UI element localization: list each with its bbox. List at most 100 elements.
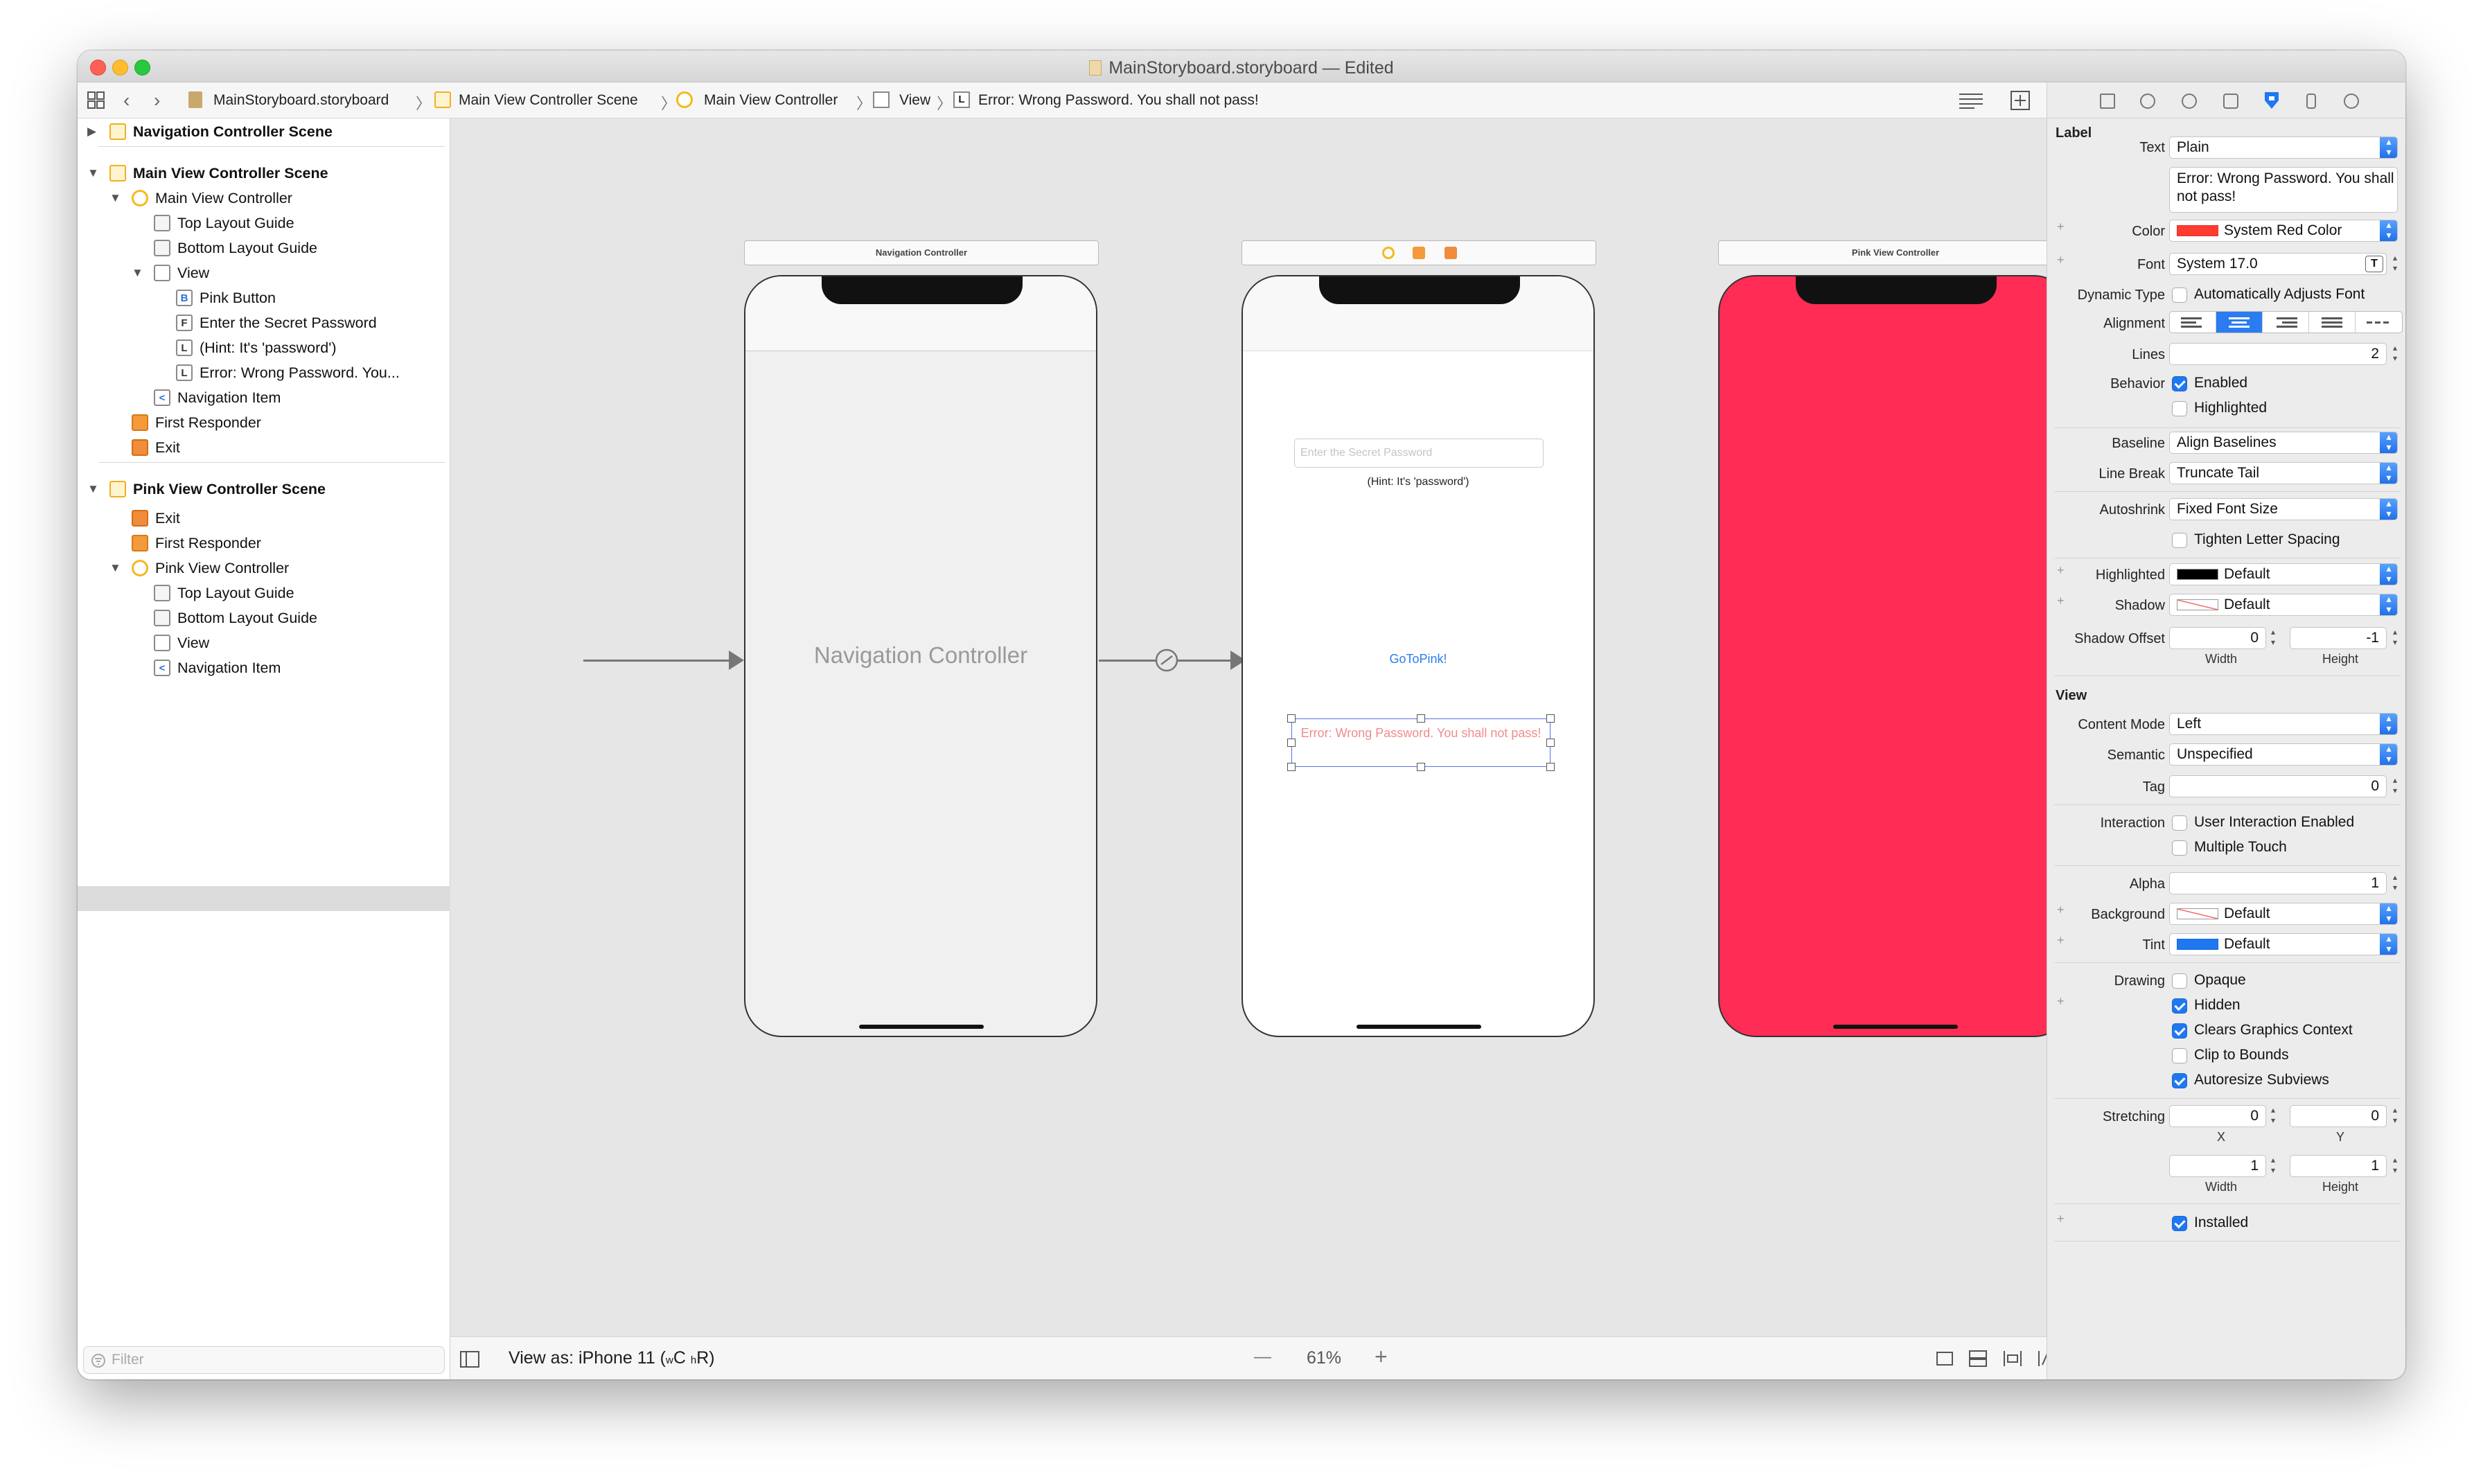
- exit-icon[interactable]: [1444, 247, 1457, 259]
- installed-checkbox[interactable]: [2172, 1216, 2187, 1231]
- stretch-y-stepper[interactable]: ▴ ▾: [2389, 1105, 2401, 1127]
- shadow-height-field[interactable]: -1: [2290, 627, 2387, 649]
- baseline-popup[interactable]: Align Baselines ▴ ▾: [2169, 432, 2398, 454]
- text-type-popup[interactable]: Plain ▴ ▾: [2169, 136, 2398, 159]
- attributes-inspector-icon[interactable]: [2262, 91, 2281, 112]
- disclosure-down-icon[interactable]: ▼: [87, 477, 99, 501]
- alpha-field[interactable]: 1: [2169, 872, 2387, 894]
- alpha-stepper[interactable]: ▴ ▾: [2389, 872, 2401, 894]
- align-justify-icon[interactable]: [2309, 312, 2356, 333]
- tag-field[interactable]: 0: [2169, 775, 2387, 797]
- scene-title-bar[interactable]: Pink View Controller: [1718, 240, 2073, 265]
- highlighted-color-popup[interactable]: Default ▴ ▾: [2169, 563, 2398, 585]
- color-popup[interactable]: System Red Color ▴ ▾: [2169, 220, 2398, 242]
- auto-adjust-font-checkbox[interactable]: [2172, 288, 2187, 303]
- align-natural-icon[interactable]: [2356, 312, 2402, 333]
- stretch-width-stepper[interactable]: ▴ ▾: [2268, 1155, 2279, 1177]
- tint-popup[interactable]: Default ▴ ▾: [2169, 933, 2398, 955]
- enabled-checkbox[interactable]: [2172, 376, 2187, 391]
- tag-stepper[interactable]: ▴ ▾: [2389, 775, 2401, 797]
- scene-title-bar[interactable]: Navigation Controller: [744, 240, 1099, 265]
- label-text-field[interactable]: Error: Wrong Password. You shall not pas…: [2169, 167, 2398, 213]
- breadcrumb-label[interactable]: Error: Wrong Password. You shall not pas…: [978, 92, 1259, 109]
- add-variation-icon[interactable]: +: [2057, 1212, 2065, 1226]
- content-mode-popup[interactable]: Left ▴ ▾: [2169, 713, 2398, 735]
- quick-help-icon[interactable]: [2182, 94, 2197, 109]
- breadcrumb-view[interactable]: View: [899, 92, 930, 109]
- disclosure-down-icon[interactable]: ▼: [132, 261, 143, 285]
- hidden-checkbox[interactable]: [2172, 998, 2187, 1014]
- hide-outline-icon[interactable]: [460, 1351, 479, 1368]
- disclosure-down-icon[interactable]: ▼: [109, 186, 121, 210]
- line-break-popup[interactable]: Truncate Tail ▴ ▾: [2169, 462, 2398, 484]
- resize-handle[interactable]: [1546, 739, 1555, 747]
- align-constraints-icon[interactable]: [2002, 1350, 2023, 1368]
- clears-graphics-checkbox[interactable]: [2172, 1023, 2187, 1039]
- shadow-height-stepper[interactable]: ▴ ▾: [2389, 627, 2401, 649]
- shadow-width-stepper[interactable]: ▴ ▾: [2268, 627, 2279, 649]
- update-frames-icon[interactable]: [1934, 1350, 1955, 1368]
- filter-field[interactable]: Filter: [83, 1346, 445, 1374]
- disclosure-down-icon[interactable]: ▼: [109, 556, 121, 580]
- shadow-popup[interactable]: Default ▴ ▾: [2169, 594, 2398, 616]
- back-chevron-icon[interactable]: ‹: [123, 89, 130, 112]
- resize-handle[interactable]: [1287, 714, 1296, 723]
- embed-in-stack-icon[interactable]: [1968, 1350, 1988, 1368]
- segue-icon[interactable]: [1154, 648, 1179, 673]
- semantic-popup[interactable]: Unspecified ▴ ▾: [2169, 743, 2398, 766]
- multiple-touch-checkbox[interactable]: [2172, 840, 2187, 856]
- size-inspector-icon[interactable]: [2306, 94, 2316, 109]
- stretch-height-field[interactable]: 1: [2290, 1155, 2387, 1177]
- view-controller-icon[interactable]: [1382, 247, 1395, 259]
- resize-handle[interactable]: [1287, 763, 1296, 771]
- align-left-icon[interactable]: [2170, 312, 2216, 333]
- view-as-device[interactable]: View as: iPhone 11 (wC hR): [509, 1348, 715, 1368]
- connections-inspector-icon[interactable]: [2344, 94, 2359, 109]
- font-stepper[interactable]: ▴ ▾: [2389, 253, 2401, 275]
- scene-title-bar[interactable]: [1242, 240, 1596, 265]
- autoresize-subviews-checkbox[interactable]: [2172, 1073, 2187, 1088]
- highlighted-checkbox[interactable]: [2172, 401, 2187, 416]
- breadcrumb-view-controller[interactable]: Main View Controller: [704, 92, 838, 109]
- lines-stepper[interactable]: ▴ ▾: [2389, 343, 2401, 365]
- zoom-out-button[interactable]: —: [1254, 1347, 1271, 1367]
- error-label-selection[interactable]: Error: Wrong Password. You shall not pas…: [1287, 714, 1555, 771]
- breadcrumb-storyboard[interactable]: MainStoryboard.storyboard: [213, 92, 389, 109]
- stretch-height-stepper[interactable]: ▴ ▾: [2389, 1155, 2401, 1177]
- stretch-x-field[interactable]: 0: [2169, 1105, 2266, 1127]
- zoom-in-button[interactable]: +: [1375, 1344, 1388, 1370]
- add-editor-icon[interactable]: [2011, 91, 2030, 110]
- stretch-x-stepper[interactable]: ▴ ▾: [2268, 1105, 2279, 1127]
- background-popup[interactable]: Default ▴ ▾: [2169, 903, 2398, 925]
- stretch-y-field[interactable]: 0: [2290, 1105, 2387, 1127]
- storyboard-canvas[interactable]: Navigation Controller Navigation Control…: [450, 118, 2073, 1336]
- file-inspector-icon[interactable]: [2100, 94, 2115, 109]
- font-field[interactable]: System 17.0 T: [2169, 253, 2387, 275]
- forward-chevron-icon[interactable]: ›: [154, 89, 160, 112]
- password-field[interactable]: Enter the Secret Password: [1294, 439, 1544, 468]
- resize-handle[interactable]: [1417, 714, 1425, 723]
- disclosure-down-icon[interactable]: ▼: [87, 161, 99, 185]
- editor-options-icon[interactable]: [1959, 92, 1983, 109]
- identity-inspector-icon[interactable]: [2223, 94, 2238, 109]
- shadow-width-field[interactable]: 0: [2169, 627, 2266, 649]
- align-center-icon[interactable]: [2216, 312, 2263, 333]
- resize-handle[interactable]: [1546, 714, 1555, 723]
- navigation-controller-scene[interactable]: Navigation Controller: [744, 275, 1097, 1037]
- related-items-grid-icon[interactable]: [87, 91, 105, 109]
- main-view-controller-scene[interactable]: Enter the Secret Password (Hint: It's 'p…: [1242, 275, 1595, 1037]
- user-interaction-checkbox[interactable]: [2172, 815, 2187, 831]
- add-variation-icon[interactable]: +: [2057, 994, 2065, 1009]
- pink-view-controller-scene[interactable]: [1718, 275, 2071, 1037]
- first-responder-icon[interactable]: [1413, 247, 1425, 259]
- resize-handle[interactable]: [1417, 763, 1425, 771]
- go-to-pink-button[interactable]: GoToPink!: [1243, 652, 1593, 666]
- resize-handle[interactable]: [1287, 739, 1296, 747]
- align-right-icon[interactable]: [2263, 312, 2309, 333]
- clip-to-bounds-checkbox[interactable]: [2172, 1048, 2187, 1063]
- alignment-segmented-control[interactable]: [2169, 311, 2403, 333]
- stretch-width-field[interactable]: 1: [2169, 1155, 2266, 1177]
- tighten-letter-spacing-checkbox[interactable]: [2172, 533, 2187, 548]
- autoshrink-popup[interactable]: Fixed Font Size ▴ ▾: [2169, 498, 2398, 520]
- breadcrumb-scene[interactable]: Main View Controller Scene: [459, 92, 638, 109]
